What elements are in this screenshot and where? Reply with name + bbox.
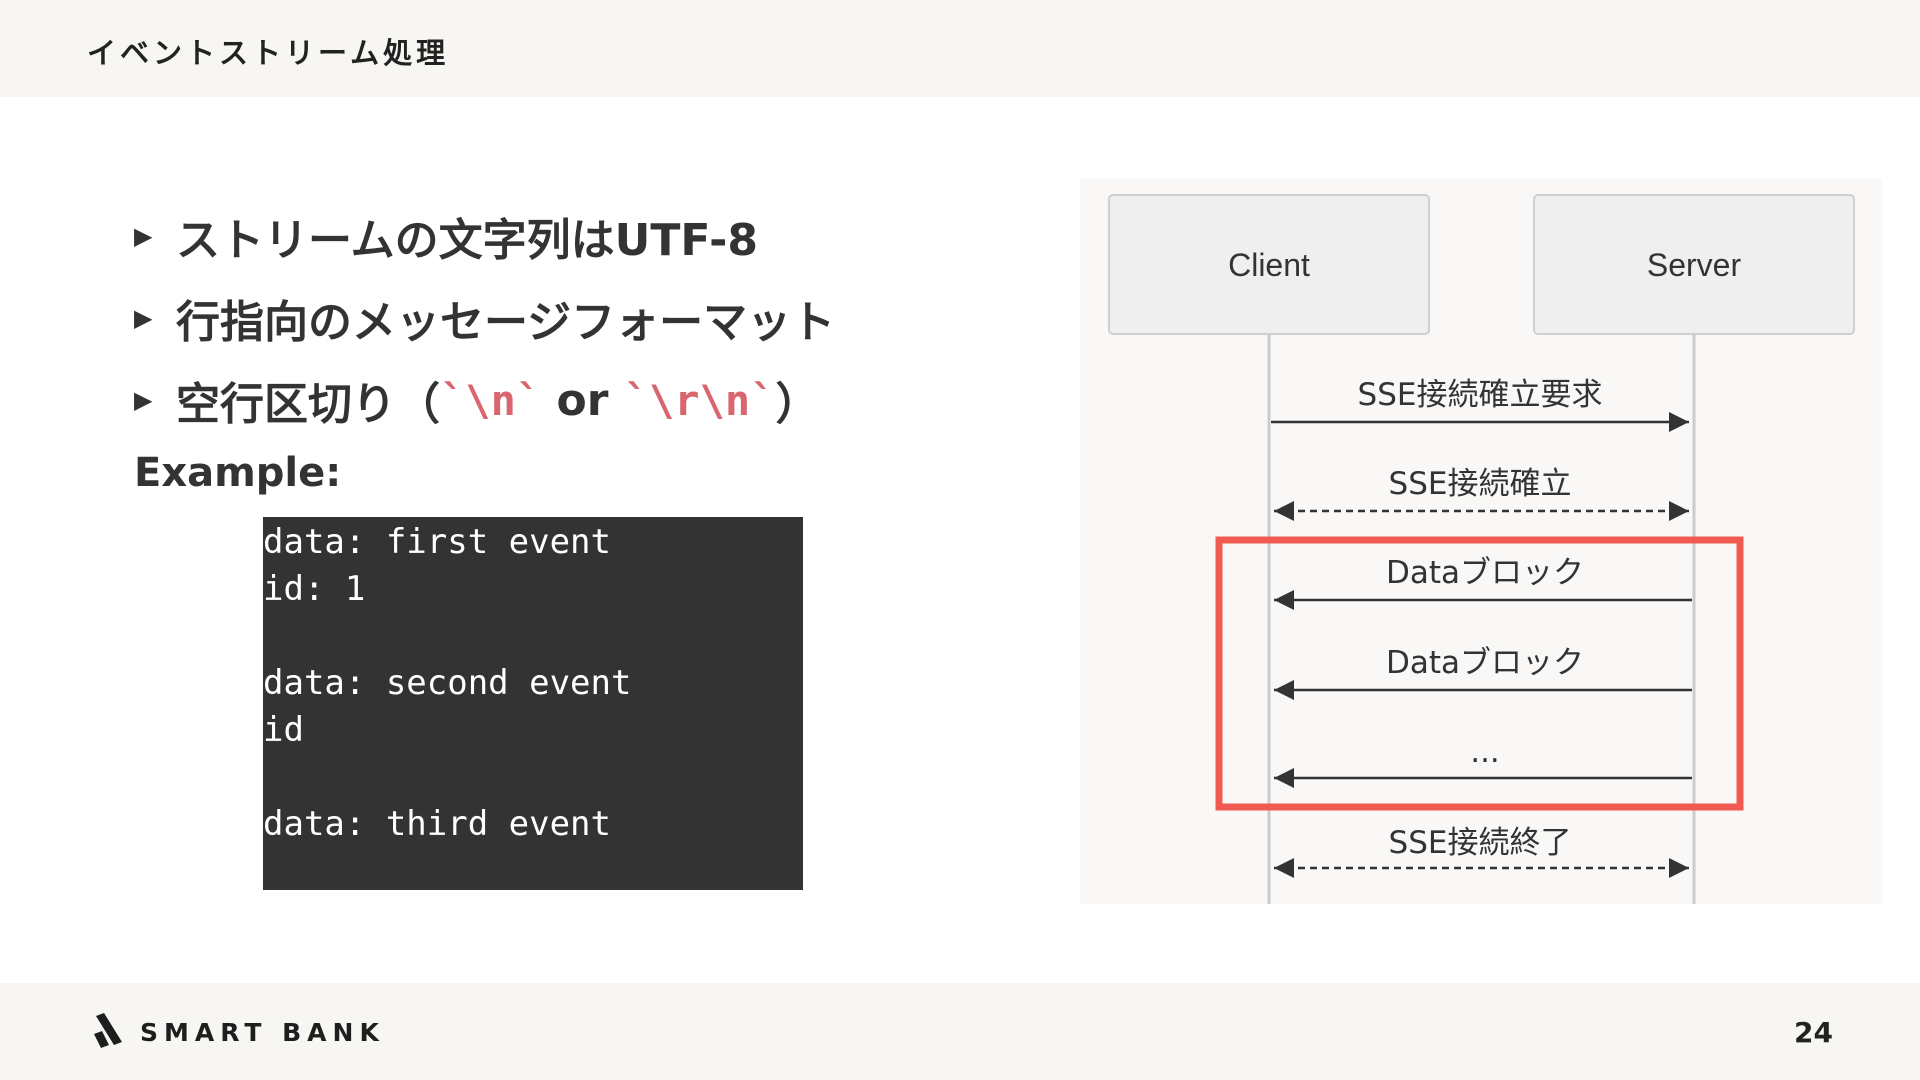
slide-title: イベントストリーム処理 <box>87 36 450 70</box>
triangle-right-icon: ▶ <box>134 222 153 250</box>
logo-text: SMART BANK <box>140 1017 385 1047</box>
bullet-item: ▶ ストリームの文字列はUTF-8 <box>134 195 835 277</box>
bullet-text: 行指向のメッセージフォーマット <box>176 297 836 348</box>
server-label: Server <box>1647 247 1742 283</box>
bullet-text-middle: or <box>541 374 624 426</box>
code-line: data: first event <box>263 522 611 562</box>
sequence-diagram: Client Server SSE接続確立要求 SSE接続確立 Dataブロック… <box>1080 178 1882 904</box>
bullet-text-prefix: 空行区切り（ <box>176 379 440 430</box>
message-label: ... <box>1470 734 1500 770</box>
bullet-text-suffix: ） <box>775 379 820 430</box>
inline-code-crlf: `\r\n` <box>623 375 776 425</box>
code-line: id: 1 <box>263 569 366 609</box>
client-label: Client <box>1228 247 1310 283</box>
smartbank-slash-icon <box>94 1013 122 1048</box>
bullet-list: ▶ ストリームの文字列はUTF-8 ▶ 行指向のメッセージフォーマット ▶ 空行… <box>134 195 835 441</box>
message-label: Dataブロック <box>1386 555 1584 591</box>
code-line: id <box>263 710 304 750</box>
bullet-item: ▶ 行指向のメッセージフォーマット <box>134 277 835 359</box>
triangle-right-icon: ▶ <box>134 304 153 332</box>
code-line: data: third event <box>263 804 611 844</box>
message-label: Dataブロック <box>1386 645 1584 681</box>
triangle-right-icon: ▶ <box>134 386 153 414</box>
sequence-diagram-svg: Client Server SSE接続確立要求 SSE接続確立 Dataブロック… <box>1108 194 1855 904</box>
example-label: Example: <box>134 450 342 496</box>
company-logo: SMART BANK <box>92 1012 385 1052</box>
message-label: SSE接続終了 <box>1389 825 1572 861</box>
inline-code-lf: `\n` <box>440 375 542 425</box>
code-line: data: second event <box>263 663 632 703</box>
page-number: 24 <box>1794 1016 1833 1049</box>
bullet-item: ▶ 空行区切り（ `\n` or `\r\n` ） <box>134 359 835 441</box>
bullet-text: ストリームの文字列はUTF-8 <box>176 215 759 266</box>
code-block: data: first event id: 1 data: second eve… <box>263 517 803 890</box>
slide-header: イベントストリーム処理 <box>0 0 1920 97</box>
message-label: SSE接続確立要求 <box>1358 377 1603 413</box>
message-label: SSE接続確立 <box>1389 466 1572 502</box>
